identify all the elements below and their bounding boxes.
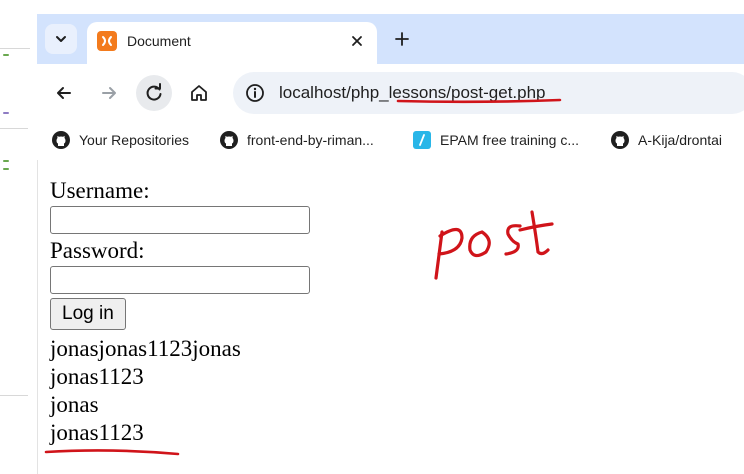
address-bar[interactable]: localhost/php_lessons/post-get.php (233, 72, 744, 114)
plus-icon (395, 32, 409, 46)
close-icon (352, 36, 362, 46)
reload-button[interactable] (136, 75, 172, 111)
tab-title: Document (127, 33, 191, 49)
browser-window: Document localhost/php_lessons/post-get.… (37, 0, 744, 160)
bookmark-label: front-end-by-riman... (247, 132, 374, 148)
bookmark-epam[interactable]: EPAM free training c... (412, 128, 579, 152)
back-button[interactable] (46, 75, 82, 111)
home-button[interactable] (181, 75, 217, 111)
output-underline-annotation (44, 449, 180, 456)
arrow-left-icon (57, 87, 71, 99)
forward-button[interactable] (91, 75, 127, 111)
github-icon (610, 130, 630, 150)
background-window-edge (0, 0, 38, 474)
output-line: jonas1123 (50, 420, 144, 445)
tab-document[interactable]: Document (87, 22, 377, 64)
page-content: Username: Password: Log in jonasjonas112… (50, 178, 410, 448)
arrow-right-icon (102, 87, 116, 99)
xampp-favicon-icon (97, 31, 117, 51)
url-text: localhost/php_lessons/post-get.php (279, 83, 546, 102)
bookmark-label: Your Repositories (79, 132, 189, 148)
chevron-down-icon (56, 36, 66, 42)
password-label: Password: (50, 238, 145, 263)
login-button[interactable]: Log in (50, 298, 126, 330)
site-info-button[interactable] (243, 81, 267, 105)
github-icon (51, 130, 71, 150)
output-line: jonasjonas1123jonas (50, 336, 241, 361)
close-tab-button[interactable] (347, 31, 367, 51)
info-icon (246, 84, 264, 102)
bookmark-label: EPAM free training c... (440, 132, 580, 148)
new-tab-button[interactable] (389, 26, 415, 52)
github-icon (219, 130, 239, 150)
tab-search-button[interactable] (45, 24, 77, 54)
epam-icon (412, 130, 432, 150)
bookmark-your-repositories[interactable]: Your Repositories (51, 128, 189, 152)
bookmark-label: A-Kija/drontai (638, 132, 723, 148)
username-input[interactable] (50, 206, 310, 234)
tab-strip: Document (37, 14, 744, 64)
reload-icon (146, 83, 162, 101)
home-icon (191, 85, 207, 101)
username-label: Username: (50, 178, 150, 203)
bookmark-drontai[interactable]: A-Kija/drontai (610, 128, 722, 152)
output-line: jonas1123 (50, 364, 144, 389)
bookmarks-bar: Your Repositories front-end-by-riman... … (37, 122, 744, 158)
handwritten-post-annotation (434, 210, 554, 280)
navigation-toolbar: localhost/php_lessons/post-get.php (37, 64, 744, 122)
password-input[interactable] (50, 266, 310, 294)
output-line: jonas (50, 392, 99, 417)
bookmark-front-end[interactable]: front-end-by-riman... (219, 128, 374, 152)
